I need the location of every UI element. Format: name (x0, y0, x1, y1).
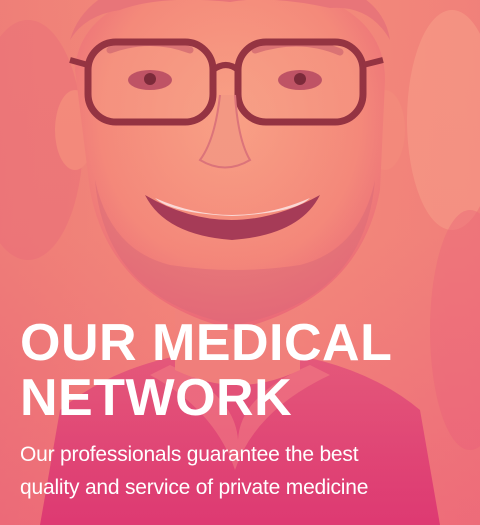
hero-subtitle-line-2: quality and service of private medicine (20, 476, 369, 499)
hero-title: OUR MEDICAL NETWORK (20, 316, 392, 426)
hero-banner: OUR MEDICAL NETWORK Our professionals gu… (0, 0, 480, 525)
hero-title-line-2: NETWORK (20, 369, 293, 427)
hero-subtitle-line-1: Our professionals guarantee the best (20, 443, 359, 466)
hero-title-line-1: OUR MEDICAL (20, 314, 393, 372)
hero-subtitle: Our professionals guarantee the best qua… (20, 438, 470, 504)
